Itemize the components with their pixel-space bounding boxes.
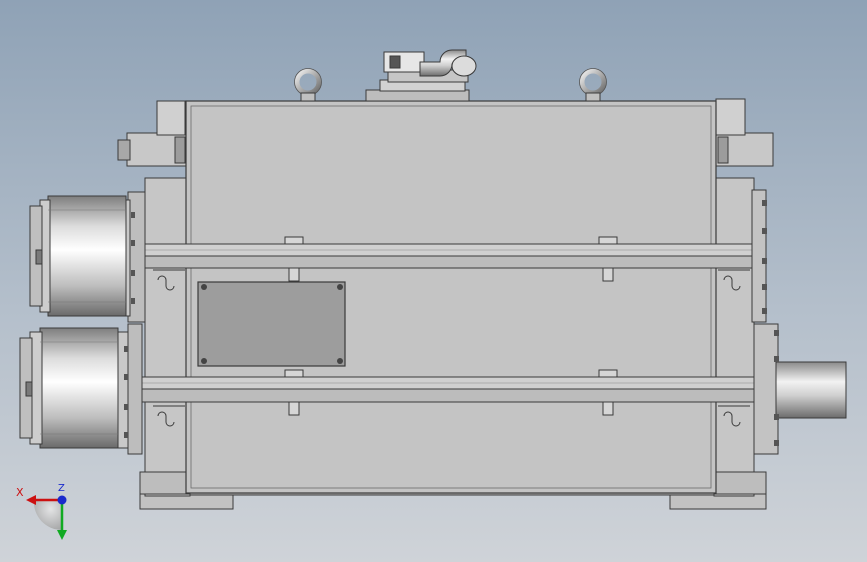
left-side-housing[interactable] xyxy=(139,177,191,497)
y-axis-arrowhead xyxy=(57,530,67,540)
output-shaft[interactable] xyxy=(753,323,847,455)
lower-rail[interactable] xyxy=(139,376,757,403)
right-upper-flange[interactable] xyxy=(751,189,767,323)
triad-z-label: Z xyxy=(58,483,65,494)
right-top-lug[interactable] xyxy=(715,98,774,167)
upper-rail[interactable] xyxy=(142,243,754,269)
x-axis-arrowhead xyxy=(26,495,36,505)
z-axis-dot xyxy=(57,495,67,505)
graphics-viewport[interactable]: X Z xyxy=(0,0,867,562)
model-view[interactable] xyxy=(0,0,867,562)
left-lifting-eye[interactable] xyxy=(294,68,322,102)
inspection-cover-plate[interactable] xyxy=(197,281,346,367)
left-upper-motor[interactable] xyxy=(29,191,146,323)
left-lower-motor[interactable] xyxy=(19,323,143,455)
reference-triad[interactable]: X Z xyxy=(12,482,72,542)
top-breather-assembly[interactable] xyxy=(365,49,477,102)
right-lifting-eye[interactable] xyxy=(579,68,607,102)
triad-x-label: X xyxy=(16,486,24,499)
left-top-lug[interactable] xyxy=(117,100,188,167)
